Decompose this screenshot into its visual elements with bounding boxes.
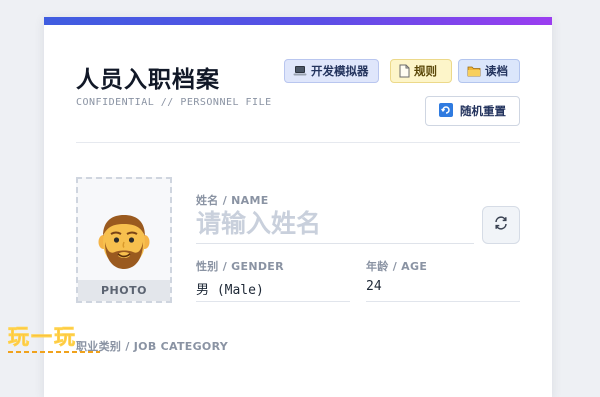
page-subtitle: CONFIDENTIAL // PERSONNEL FILE xyxy=(76,97,272,108)
random-reset-label: 随机重置 xyxy=(460,104,506,118)
photo-caption: PHOTO xyxy=(78,280,170,301)
load-save-label: 读档 xyxy=(485,64,508,78)
laptop-icon xyxy=(293,65,307,77)
photo-box[interactable]: PHOTO xyxy=(76,177,172,303)
gender-underline xyxy=(196,301,350,302)
svg-text:玩一玩: 玩一玩 xyxy=(8,325,77,349)
load-save-button[interactable]: 读档 xyxy=(458,59,520,83)
age-underline xyxy=(366,301,520,302)
header-divider xyxy=(76,142,520,143)
regenerate-name-button[interactable] xyxy=(482,206,520,244)
page-title: 人员入职档案 xyxy=(76,67,220,93)
folder-icon xyxy=(467,65,481,77)
refresh-icon xyxy=(493,215,509,235)
watermark-logo: 玩一玩 xyxy=(4,322,104,360)
card-accent-strip xyxy=(44,17,552,25)
gender-value[interactable]: 男 (Male) xyxy=(196,279,264,298)
document-icon xyxy=(399,64,410,78)
age-label: 年龄 / AGE xyxy=(366,260,428,273)
rules-label: 规则 xyxy=(414,64,437,78)
age-value[interactable]: 24 xyxy=(366,279,382,294)
bearded-man-avatar xyxy=(97,212,151,274)
random-reset-button[interactable]: 随机重置 xyxy=(425,96,520,126)
rules-button[interactable]: 规则 xyxy=(390,59,452,83)
dev-simulator-button[interactable]: 开发模拟器 xyxy=(284,59,379,83)
gender-label: 性别 / GENDER xyxy=(196,260,284,273)
name-input[interactable] xyxy=(196,204,474,244)
dev-simulator-label: 开发模拟器 xyxy=(311,64,369,78)
personnel-file-card: 人员入职档案 CONFIDENTIAL // PERSONNEL FILE 开发… xyxy=(44,17,552,397)
shuffle-reset-icon xyxy=(439,102,453,120)
